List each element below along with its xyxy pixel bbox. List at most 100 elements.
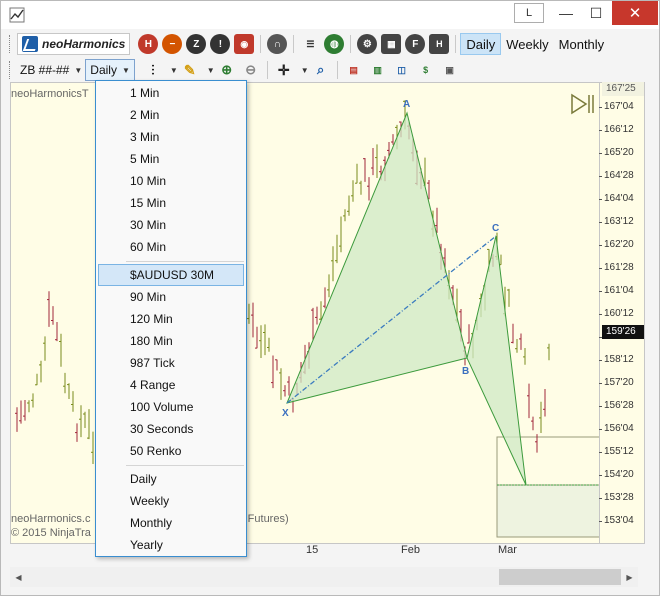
scroll-left-icon[interactable]: ◀ bbox=[10, 567, 27, 587]
menu-item[interactable]: 30 Seconds bbox=[98, 418, 244, 440]
neoharmonics-brand-button[interactable]: neoHarmonics bbox=[17, 33, 131, 55]
menu-item[interactable]: 180 Min bbox=[98, 330, 244, 352]
menu-item[interactable]: Yearly bbox=[98, 534, 244, 556]
crosshair-icon[interactable]: ✛ bbox=[274, 60, 294, 80]
horizontal-scrollbar[interactable]: ◀ ▶ bbox=[10, 567, 638, 587]
price-axis-tick: 167'04 bbox=[599, 101, 634, 112]
maximize-button[interactable]: ☐ bbox=[581, 1, 611, 25]
menu-item[interactable]: Daily bbox=[98, 468, 244, 490]
dollar-icon[interactable]: $ bbox=[416, 60, 436, 80]
grid-icon[interactable]: ▦ bbox=[381, 34, 402, 54]
price-axis-tick: 164'28 bbox=[599, 170, 634, 181]
minimize-button[interactable]: — bbox=[551, 1, 581, 25]
price-axis-tick: 155'12 bbox=[599, 446, 634, 457]
menu-item[interactable]: 3 Min bbox=[98, 126, 244, 148]
menu-item[interactable]: 60 Min bbox=[98, 236, 244, 258]
menu-item[interactable]: 5 Min bbox=[98, 148, 244, 170]
magnet-icon[interactable]: ∩ bbox=[267, 34, 288, 54]
point-b-label: B bbox=[462, 366, 469, 377]
menu-item[interactable]: 120 Min bbox=[98, 308, 244, 330]
camera-icon[interactable]: ◉ bbox=[234, 34, 255, 54]
price-axis[interactable]: 167'25 167'04 166'12 165'20 164'28 164'04 163… bbox=[599, 82, 645, 544]
magnifier-icon[interactable]: ⌕ bbox=[311, 60, 331, 80]
price-top-tag: 167'25 bbox=[602, 82, 644, 96]
chart-footer-copyright: © 2015 NinjaTra bbox=[11, 527, 91, 539]
price-axis-tick: 153'28 bbox=[599, 492, 634, 503]
brand-label: neoHarmonics bbox=[42, 37, 126, 51]
indicators-icon[interactable]: ▤ bbox=[344, 60, 364, 80]
z-circle-icon[interactable]: Z bbox=[186, 34, 207, 54]
neoharmonics-logo-icon bbox=[22, 36, 38, 52]
price-axis-tick: 158'12 bbox=[599, 354, 634, 365]
zoom-out-icon[interactable]: ⊖ bbox=[241, 60, 261, 80]
h-circle-icon[interactable]: H bbox=[138, 34, 159, 54]
play-pause-icon[interactable] bbox=[571, 93, 594, 115]
zoom-in-icon[interactable]: ⊕ bbox=[217, 60, 237, 80]
menu-item[interactable]: 4 Range bbox=[98, 374, 244, 396]
title-bar: L — ☐ ✕ bbox=[1, 1, 659, 29]
menu-separator bbox=[126, 465, 244, 466]
menu-item[interactable]: 50 Renko bbox=[98, 440, 244, 462]
menu-item[interactable]: 90 Min bbox=[98, 286, 244, 308]
menu-item[interactable]: Weekly bbox=[98, 490, 244, 512]
data-box-icon[interactable]: ▣ bbox=[440, 60, 460, 80]
timeframe-daily-button[interactable]: Daily bbox=[460, 33, 502, 55]
price-axis-tick: 165'20 bbox=[599, 147, 634, 158]
settings-circle-icon[interactable]: ⚙ bbox=[357, 34, 378, 54]
chart-footer-site: neoHarmonics.c bbox=[11, 513, 91, 525]
x-axis-tick: Mar bbox=[498, 544, 517, 556]
menu-item[interactable]: 10 Min bbox=[98, 170, 244, 192]
menu-item[interactable]: 1 Min bbox=[98, 82, 244, 104]
timeframe-monthly-button[interactable]: Monthly bbox=[554, 33, 610, 55]
support-zone-lower bbox=[496, 484, 599, 538]
chevron-down-icon[interactable]: ▼ bbox=[301, 66, 309, 75]
x-axis-tick: 15 bbox=[306, 544, 319, 556]
point-c-label: C bbox=[492, 223, 499, 234]
price-axis-tick: 163'12 bbox=[599, 216, 634, 227]
toolbar-grip[interactable] bbox=[9, 61, 13, 79]
menu-item[interactable]: 30 Min bbox=[98, 214, 244, 236]
menu-item[interactable]: $AUDUSD 30M bbox=[98, 264, 244, 286]
instrument-selector[interactable]: ZB ##-## ▼ bbox=[17, 60, 85, 80]
pencil-icon[interactable]: ✎ bbox=[180, 60, 200, 80]
menu-item[interactable]: 2 Min bbox=[98, 104, 244, 126]
menu-item[interactable]: 100 Volume bbox=[98, 396, 244, 418]
price-axis-tick: 157'20 bbox=[599, 377, 634, 388]
chevron-down-icon[interactable]: ▼ bbox=[170, 66, 178, 75]
minus-circle-icon[interactable]: − bbox=[162, 34, 183, 54]
chart-window: L — ☐ ✕ neoHarmonics H − Z ! ◉ ∩ ☰ ◍ ⚙ ▦… bbox=[0, 0, 660, 596]
link-button[interactable]: L bbox=[514, 3, 544, 23]
price-axis-tick: 156'04 bbox=[599, 423, 634, 434]
strategies-icon[interactable]: ▥ bbox=[368, 60, 388, 80]
menu-item[interactable]: 15 Min bbox=[98, 192, 244, 214]
bar-type-icon[interactable]: ⫶ bbox=[143, 60, 163, 80]
globe-icon[interactable]: ◍ bbox=[324, 34, 345, 54]
price-axis-tick: 153'04 bbox=[599, 515, 634, 526]
price-axis-tick: 160'12 bbox=[599, 308, 634, 319]
point-a-label: A bbox=[403, 99, 410, 110]
price-axis-tick: 161'28 bbox=[599, 262, 634, 273]
harmonic-icon[interactable]: H bbox=[429, 34, 450, 54]
close-button[interactable]: ✕ bbox=[612, 1, 658, 25]
timeframe-dropdown[interactable]: Daily ▼ bbox=[85, 59, 135, 81]
chart-properties-icon[interactable]: ◫ bbox=[392, 60, 412, 80]
scroll-right-icon[interactable]: ▶ bbox=[621, 567, 638, 587]
chevron-down-icon: ▼ bbox=[74, 65, 83, 75]
timeframe-menu: 1 Min 2 Min 3 Min 5 Min 10 Min 15 Min 30 Min 60… bbox=[95, 80, 247, 557]
last-price-tag: 159'26 bbox=[602, 325, 644, 339]
price-axis-tick: 162'20 bbox=[599, 239, 634, 250]
menu-item[interactable]: 987 Tick bbox=[98, 352, 244, 374]
fib-icon[interactable]: F bbox=[405, 34, 426, 54]
menu-item[interactable]: Monthly bbox=[98, 512, 244, 534]
price-axis-tick: 156'28 bbox=[599, 400, 634, 411]
alert-circle-icon[interactable]: ! bbox=[210, 34, 231, 54]
instrument-label: ZB ##-## bbox=[20, 63, 70, 77]
timeframe-weekly-button[interactable]: Weekly bbox=[501, 33, 553, 55]
scroll-thumb[interactable] bbox=[499, 569, 621, 585]
chevron-down-icon: ▼ bbox=[121, 65, 130, 75]
point-x-label: X bbox=[282, 408, 289, 419]
chevron-down-icon[interactable]: ▼ bbox=[207, 66, 215, 75]
list-icon[interactable]: ☰ bbox=[300, 34, 320, 54]
timeframe-dropdown-label: Daily bbox=[90, 63, 117, 77]
toolbar-grip[interactable] bbox=[9, 35, 13, 53]
